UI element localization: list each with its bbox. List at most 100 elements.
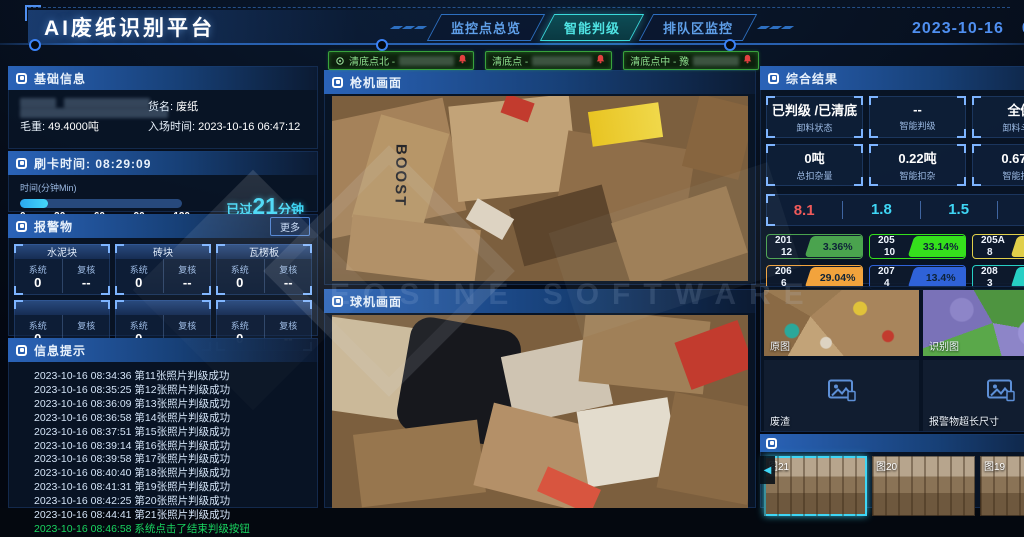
alarm-items-header: 报警物 更多 bbox=[8, 214, 318, 238]
grade-code: 206 bbox=[775, 266, 792, 278]
message-item: 2023-10-16 08:40:40 第18张照片判级成功 bbox=[34, 467, 318, 481]
grade-percent: 29.04% bbox=[820, 272, 856, 284]
grade-score: 8.1 bbox=[766, 202, 842, 219]
message-panel: 信息提示 2023-10-16 08:34:36 第11张照片判级成功2023-… bbox=[8, 338, 318, 508]
image-placeholder-icon bbox=[828, 379, 856, 406]
grade-badge bbox=[1011, 267, 1024, 288]
gross-value: 49.4000吨 bbox=[48, 121, 99, 133]
alarm-review-value: -- bbox=[82, 276, 91, 289]
alarm-system-value: 0 bbox=[236, 276, 243, 289]
photo-thumbnail[interactable]: 图19 bbox=[980, 456, 1024, 516]
ball-camera-panel: 球机画面 bbox=[324, 289, 756, 508]
result-images-grid: 原图 识别图 废渣 报警物超长尺寸 bbox=[760, 286, 1024, 435]
message-item: 2023-10-16 08:41:31 第19张照片判级成功 bbox=[34, 481, 318, 495]
alarm-review-cell: 复核 -- bbox=[63, 259, 111, 293]
ball-camera-feed bbox=[332, 315, 748, 508]
photo-thumbnail-label: 图20 bbox=[876, 458, 897, 473]
photo-thumbs-panel: 图21 图20 图19 ◀ bbox=[760, 434, 1024, 508]
gun-camera-title: 枪机画面 bbox=[350, 74, 402, 91]
more-button[interactable]: 更多 bbox=[270, 217, 310, 236]
photo-thumbnail[interactable]: 图21 bbox=[764, 456, 867, 516]
recognized-image: 识别图 bbox=[923, 290, 1024, 356]
panel-square-icon bbox=[332, 77, 343, 88]
message-item: 2023-10-16 08:39:14 第16张照片判级成功 bbox=[34, 440, 318, 454]
license-plate-blur bbox=[532, 56, 592, 66]
redacted-value bbox=[20, 108, 168, 118]
dashboard: AI废纸识别平台 监控点总览智能判级排队区监控 2023-10-16 0 清底点… bbox=[0, 0, 1024, 508]
debris-piece bbox=[346, 214, 481, 281]
debris-piece bbox=[509, 185, 617, 267]
tab-slash-deco bbox=[392, 26, 425, 29]
grade-percent: 13.4% bbox=[926, 272, 956, 284]
stat-label: 智能判级 bbox=[899, 119, 935, 132]
stat-value: 全倒 bbox=[1007, 100, 1024, 119]
page-title: AI废纸识别平台 bbox=[28, 12, 215, 42]
boost-text: BOOST bbox=[346, 139, 455, 212]
grade-badge: 3.36% bbox=[805, 236, 863, 257]
grade-scores-bar: 8.11.81.52 bbox=[766, 194, 1024, 226]
monitor-point-button[interactable]: 清底点 - bbox=[485, 51, 612, 70]
photo-thumbnail-label: 图19 bbox=[984, 458, 1005, 473]
gross-field: 毛重: 49.4000吨 bbox=[20, 118, 99, 137]
stat-value: 已判级 /已清底 bbox=[772, 100, 857, 119]
grade-count: 12 bbox=[781, 247, 792, 258]
grade-count: 8 bbox=[987, 247, 993, 258]
grade-code: 201 bbox=[775, 235, 792, 247]
redacted-value bbox=[20, 98, 56, 108]
monitor-point-button[interactable]: 清底点中 - 豫 bbox=[623, 51, 759, 70]
main-tab[interactable]: 智能判级 bbox=[540, 14, 644, 41]
stat-label: 卸料斗位 bbox=[1002, 121, 1024, 134]
gun-camera-panel: 枪机画面 BOOST bbox=[324, 70, 756, 285]
photo-thumbnail[interactable]: 图20 bbox=[872, 456, 975, 516]
basic-info-row: 毛重: 49.4000吨 入场时间: 2023-10-16 06:47:12 bbox=[20, 118, 306, 137]
alarm-system-value: 0 bbox=[34, 276, 41, 289]
swipe-time-title: 刷卡时间: 08:29:09 bbox=[34, 155, 151, 172]
line-node-ring bbox=[724, 39, 736, 51]
original-image: 原图 bbox=[764, 290, 919, 356]
alarm-system-cell: 系统 0 bbox=[115, 259, 164, 293]
recognized-image-label: 识别图 bbox=[929, 338, 959, 353]
stat-value: 0吨 bbox=[804, 148, 824, 167]
alarm-system-value: 0 bbox=[135, 276, 142, 289]
license-plate-blur bbox=[399, 56, 454, 66]
stat-cell: 0.22吨 智能扣杂 bbox=[869, 144, 966, 186]
gross-label: 毛重: bbox=[20, 121, 45, 133]
main-tabs: 监控点总览智能判级 排队区监控 bbox=[392, 14, 792, 41]
message-item: 2023-10-16 08:34:36 第11张照片判级成功 bbox=[34, 370, 318, 384]
alarm-review-value: -- bbox=[284, 276, 293, 289]
alarm-system-cell: 系统 0 bbox=[216, 259, 265, 293]
grade-chip: 205A 8 bbox=[972, 234, 1024, 259]
basic-info-body: 货名: 废纸 毛重: 49.4000吨 入场时间: 2023-10-16 06:… bbox=[8, 90, 318, 145]
alarm-system-cell: 系统 0 bbox=[14, 259, 63, 293]
monitor-point-label: 清底点北 - bbox=[349, 53, 395, 68]
header-dashed-line bbox=[28, 7, 1010, 8]
alarm-card-body: 系统 0 复核 -- bbox=[14, 259, 110, 293]
main-tab[interactable]: 监控点总览 bbox=[427, 14, 545, 41]
grade-code: 208 bbox=[981, 266, 998, 278]
alarm-items-panel: 报警物 更多 水泥块 系统 0 复核 -- bbox=[8, 214, 318, 336]
grade-code: 205A bbox=[981, 235, 1005, 247]
alarm-card: 水泥块 系统 0 复核 -- bbox=[14, 244, 110, 295]
stat-cell: 已判级 /已清底 卸料状态 bbox=[766, 96, 863, 138]
message-item: 2023-10-16 08:36:09 第13张照片判级成功 bbox=[34, 398, 318, 412]
thumbs-prev-button[interactable]: ◀ bbox=[760, 456, 775, 484]
stat-value: -- bbox=[913, 102, 922, 117]
overlength-label: 报警物超长尺寸 bbox=[929, 413, 999, 428]
tab-label: 排队区监控 bbox=[663, 18, 733, 37]
message-item: 2023-10-16 08:44:41 第21张照片判级成功 bbox=[34, 509, 318, 523]
tab-label: 智能判级 bbox=[564, 18, 620, 37]
monitor-point-button[interactable]: 清底点北 - bbox=[328, 51, 474, 70]
main-tab[interactable]: 排队区监控 bbox=[639, 14, 757, 41]
monitor-point-label: 清底点 - bbox=[492, 53, 528, 68]
elapsed-progress-bar bbox=[20, 199, 182, 208]
swipe-time-panel: 刷卡时间: 08:29:09 时间(分钟Min) 0306090120 已过21… bbox=[8, 151, 318, 212]
alarm-card-title bbox=[216, 300, 312, 315]
stat-value: 0.22吨 bbox=[898, 148, 936, 167]
license-plate-blur bbox=[693, 56, 739, 66]
message-list: 2023-10-16 08:34:36 第11张照片判级成功 2023-10-16… bbox=[8, 362, 318, 537]
panel-square-icon bbox=[16, 345, 27, 356]
grade-code: 207 bbox=[878, 266, 895, 278]
stat-label: 总扣杂量 bbox=[796, 169, 832, 182]
gun-camera-header: 枪机画面 bbox=[324, 70, 756, 94]
stat-label: 智能扣杂 bbox=[1002, 169, 1024, 182]
